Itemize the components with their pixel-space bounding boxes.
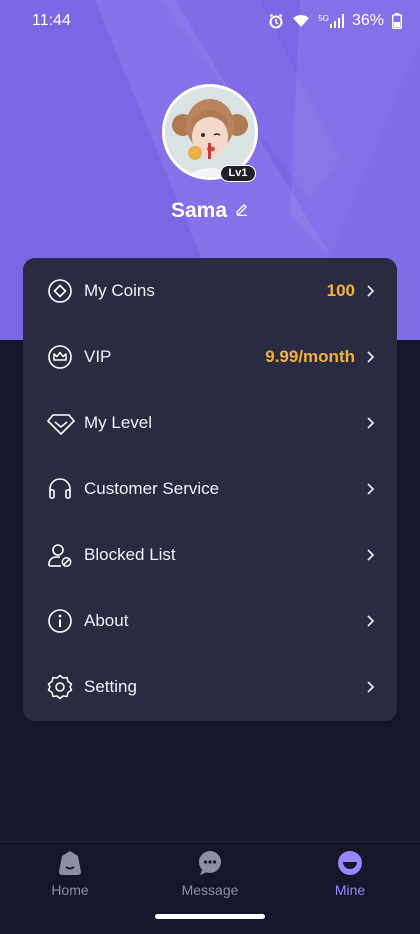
level-badge: Lv1 <box>220 165 256 182</box>
menu-label: Customer Service <box>84 479 220 498</box>
coins-value: 100 <box>326 281 355 300</box>
menu-label: My Coins <box>84 281 155 300</box>
menu-card: My Coins 100 VIP 9.99/month My Level Cus… <box>23 258 397 721</box>
headset-icon <box>47 476 73 502</box>
bottom-tab-bar: Home Message Mine <box>0 841 420 934</box>
info-icon <box>47 608 73 634</box>
menu-item-about[interactable]: About <box>23 588 397 654</box>
settings-icon <box>47 674 73 700</box>
username-row: Sama <box>0 197 420 225</box>
signal-icon: 5G <box>318 14 344 28</box>
home-indicator <box>155 914 265 919</box>
blocked-user-icon <box>47 542 73 568</box>
menu-item-vip[interactable]: VIP 9.99/month <box>23 324 397 390</box>
menu-item-my-level[interactable]: My Level <box>23 390 397 456</box>
menu-item-blocked-list[interactable]: Blocked List <box>23 522 397 588</box>
tab-message[interactable]: Message <box>160 850 260 910</box>
battery-icon <box>392 13 402 29</box>
chevron-right-icon <box>365 482 375 496</box>
wifi-icon <box>292 13 310 29</box>
alarm-icon <box>268 13 284 29</box>
battery-percent: 36% <box>351 12 384 29</box>
tab-home[interactable]: Home <box>20 850 120 910</box>
tab-mine[interactable]: Mine <box>300 850 400 910</box>
username: Sama <box>170 199 228 222</box>
message-icon <box>197 850 223 876</box>
menu-item-my-coins[interactable]: My Coins 100 <box>23 258 397 324</box>
crown-icon <box>47 344 73 370</box>
mine-icon <box>337 850 363 876</box>
menu-item-customer-service[interactable]: Customer Service <box>23 456 397 522</box>
chevron-right-icon <box>365 548 375 562</box>
coin-icon <box>47 278 73 304</box>
avatar-container[interactable]: Lv1 <box>162 84 258 182</box>
network-type: 5G <box>318 14 329 23</box>
tab-label: Message <box>181 882 239 898</box>
diamond-icon <box>47 410 75 436</box>
menu-label: VIP <box>84 347 112 366</box>
status-bar: 11:44 5G 36% <box>0 0 420 42</box>
menu-label: About <box>84 611 129 630</box>
tab-label: Home <box>51 882 89 898</box>
status-time: 11:44 <box>32 12 71 29</box>
tab-label: Mine <box>334 882 366 898</box>
home-icon <box>57 850 83 876</box>
menu-item-setting[interactable]: Setting <box>23 654 397 720</box>
vip-price: 9.99/month <box>265 347 355 366</box>
chevron-right-icon <box>365 680 375 694</box>
chevron-right-icon <box>365 614 375 628</box>
chevron-right-icon <box>365 350 375 364</box>
chevron-right-icon <box>365 284 375 298</box>
menu-label: My Level <box>84 413 153 432</box>
edit-icon[interactable] <box>235 202 249 221</box>
chevron-right-icon <box>365 416 375 430</box>
menu-label: Setting <box>84 677 137 696</box>
menu-label: Blocked List <box>84 545 176 564</box>
